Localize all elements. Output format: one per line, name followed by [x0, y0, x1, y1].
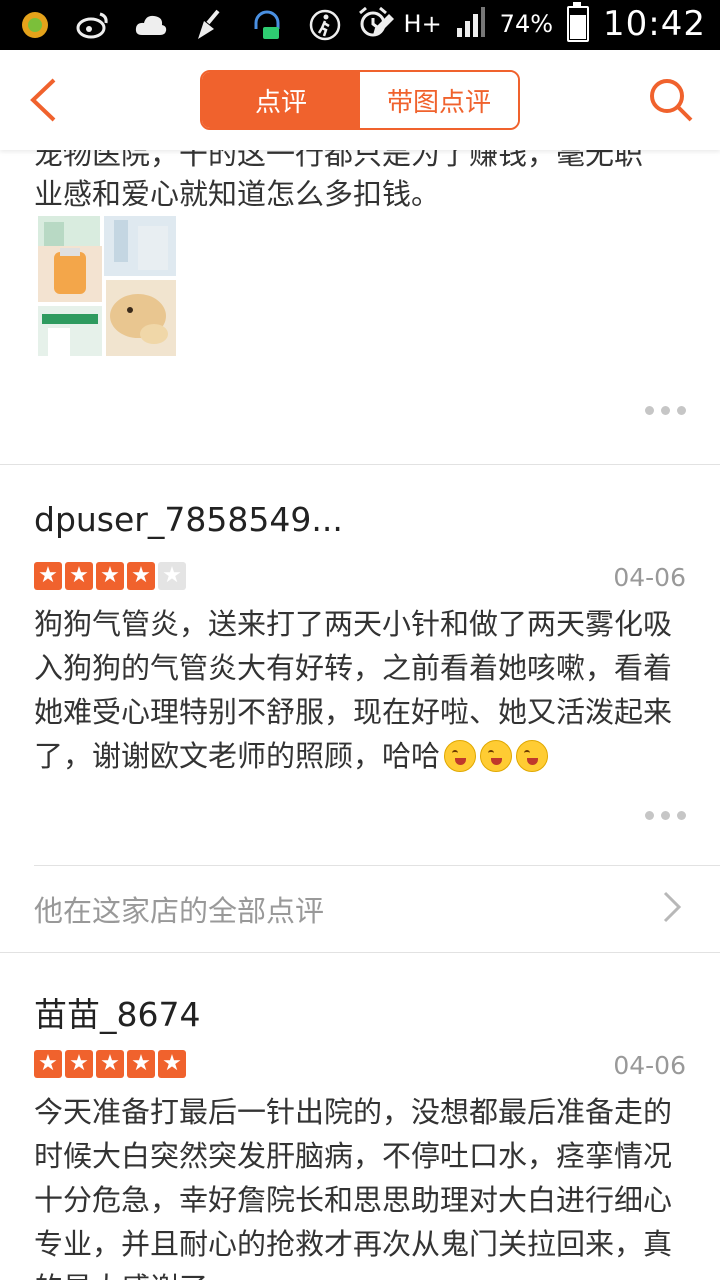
search-icon — [650, 79, 693, 122]
star-rating: ★ ★ ★ ★ ★ — [34, 1050, 186, 1078]
reviewer-username[interactable]: dpuser_7858549... — [34, 500, 343, 539]
star-filled-icon: ★ — [34, 1050, 62, 1078]
review-type-switch: 点评 带图点评 — [200, 70, 520, 130]
star-filled-icon: ★ — [65, 1050, 93, 1078]
chevron-left-icon — [30, 78, 56, 122]
cleaner-broom-icon — [192, 8, 226, 42]
app-notification-icon — [18, 8, 52, 42]
chevron-right-icon — [662, 890, 682, 928]
more-dot — [661, 406, 670, 415]
star-empty-icon: ★ — [158, 562, 186, 590]
star-filled-icon: ★ — [127, 1050, 155, 1078]
more-dot — [677, 406, 686, 415]
grinning-emoji-icon — [516, 740, 549, 772]
battery-icon — [567, 2, 590, 42]
back-button[interactable] — [18, 72, 68, 128]
review-text-body: 狗狗气管炎，送来打了两天小针和做了两天雾化吸入狗狗的气管炎大有好转，之前看着她咳… — [34, 607, 673, 773]
star-filled-icon: ★ — [65, 562, 93, 590]
more-dot — [645, 406, 654, 415]
star-filled-icon: ★ — [96, 1050, 124, 1078]
review-date: 04-06 — [613, 1051, 686, 1080]
more-dot — [645, 811, 654, 820]
clock-time: 10:42 — [603, 4, 706, 44]
review-date: 04-06 — [613, 563, 686, 592]
top-navigation-bar: 点评 带图点评 — [0, 50, 720, 150]
star-filled-icon: ★ — [34, 562, 62, 590]
weibo-icon — [76, 8, 110, 42]
pet-clinic-photo — [34, 212, 180, 360]
tab-reviews[interactable]: 点评 — [202, 72, 360, 128]
review-divider — [34, 865, 720, 866]
review-text: 业感和爱心就知道怎么多扣钱。 — [34, 177, 441, 211]
weather-cloud-icon — [134, 8, 168, 42]
star-filled-icon: ★ — [158, 1050, 186, 1078]
more-dot — [677, 811, 686, 820]
star-filled-icon: ★ — [127, 562, 155, 590]
star-filled-icon: ★ — [96, 562, 124, 590]
battery-level-fill — [570, 15, 587, 39]
status-bar: H+ 74% 10:42 — [0, 0, 720, 50]
signal-strength-icon — [456, 6, 486, 42]
search-button[interactable] — [646, 72, 696, 128]
reviews-list: 宠物医院，干的这一行都只是为了赚钱，毫无职 业感和爱心就知道怎么多扣钱。 dpu — [0, 150, 720, 1280]
walking-person-icon — [308, 8, 342, 42]
grinning-emoji-icon — [444, 740, 477, 772]
battery-percent: 74% — [499, 10, 554, 38]
grinning-emoji-icon — [480, 740, 513, 772]
more-dot — [661, 811, 670, 820]
more-options-button[interactable] — [645, 811, 686, 820]
tab-photo-reviews[interactable]: 带图点评 — [360, 72, 518, 128]
all-reviews-by-user-link[interactable]: 他在这家店的全部点评 — [34, 888, 324, 930]
reviewer-username[interactable]: 苗苗_8674 — [34, 988, 200, 1036]
star-rating: ★ ★ ★ ★ ★ — [34, 562, 186, 590]
more-options-button[interactable] — [645, 406, 686, 415]
review-divider — [0, 952, 720, 953]
review-text: 狗狗气管炎，送来打了两天小针和做了两天雾化吸入狗狗的气管炎大有好转，之前看着她咳… — [34, 602, 694, 778]
review-divider — [0, 464, 720, 465]
alarm-clock-icon — [356, 5, 390, 43]
network-type: H+ — [403, 10, 442, 38]
review-text: 今天准备打最后一针出院的，没想都最后准备走的时候大白突然突发肝脑病，不停吐口水，… — [34, 1095, 673, 1280]
review-photo-collage[interactable] — [34, 212, 180, 360]
headset-message-icon — [250, 8, 284, 42]
